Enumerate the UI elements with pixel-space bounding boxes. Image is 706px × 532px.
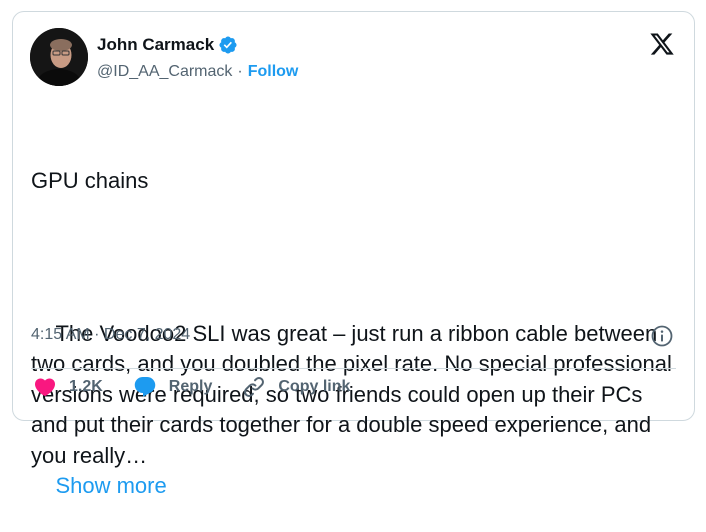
x-logo-icon[interactable] [649, 31, 675, 57]
follow-button[interactable]: Follow [248, 63, 299, 81]
info-icon[interactable] [650, 324, 674, 348]
show-more-link[interactable]: Show more [55, 473, 166, 498]
verified-badge-icon [219, 36, 237, 54]
like-count: 1.2K [69, 378, 103, 395]
tweet-title-line: GPU chains [31, 168, 149, 193]
divider [31, 368, 676, 369]
tweet-timestamp[interactable]: 4:15 AM · Dec 7, 2024 [31, 326, 190, 344]
copy-link-button[interactable]: Copy link [242, 375, 350, 399]
reply-label: Reply [168, 378, 213, 395]
reply-button[interactable]: Reply [133, 375, 213, 399]
handle-separator: · [237, 63, 243, 80]
author-handle[interactable]: @ID_AA_Carmack [97, 63, 232, 81]
tweet-text: GPU chains The Voodoo2 SLI was great – j… [31, 105, 676, 532]
speech-bubble-icon [134, 377, 156, 397]
tweet-spacer-line [31, 258, 676, 289]
tweet-card[interactable]: John Carmack @ID_AA_Carmack · Follow GPU… [12, 11, 695, 498]
copy-link-label: Copy link [278, 378, 351, 395]
tweet-actions: 1.2K Reply Copy link [33, 375, 380, 399]
heart-icon [34, 378, 56, 397]
link-icon [244, 377, 265, 397]
author-display-name[interactable]: John Carmack [97, 35, 214, 55]
avatar[interactable] [30, 28, 88, 86]
like-button[interactable]: 1.2K [33, 375, 103, 399]
